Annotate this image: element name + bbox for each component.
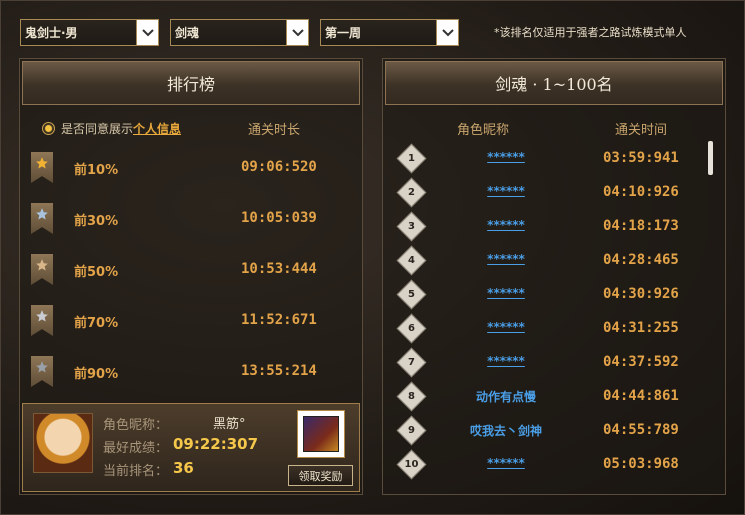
player-nick-link[interactable]: ****** (441, 150, 571, 164)
reward-item-icon[interactable] (297, 410, 345, 458)
star-icon (36, 361, 48, 373)
rank-number: 2 (408, 187, 415, 198)
star-ribbon-icon (31, 356, 53, 387)
star-ribbon-icon (31, 305, 53, 336)
tier-row: 前50% 10:53:444 (31, 254, 351, 288)
player-nick-link[interactable]: 哎我去丶剑神 (441, 422, 571, 439)
tier-row: 前90% 13:55:214 (31, 356, 351, 390)
player-nick-link[interactable]: 动作有点慢 (441, 388, 571, 405)
leaderboard-row: 1 ****** 03:59:941 (396, 143, 701, 174)
player-nick-link[interactable]: ****** (441, 286, 571, 300)
player-nick-link[interactable]: ****** (441, 456, 571, 470)
clear-time: 04:44:861 (603, 388, 679, 404)
col-header-time: 通关时间 (615, 123, 668, 138)
col-header-nick: 角色昵称 (457, 123, 510, 138)
tier-label: 前30% (74, 214, 119, 229)
tier-row: 前10% 09:06:520 (31, 152, 351, 186)
tier-label: 前90% (74, 367, 119, 382)
player-nick-link[interactable]: ****** (441, 218, 571, 232)
leaderboard-row: 7 ****** 04:37:592 (396, 347, 701, 378)
chevron-down-icon[interactable] (136, 20, 158, 45)
player-nick-link[interactable]: ****** (441, 252, 571, 266)
class-select-value: 鬼剑士·男 (25, 26, 78, 40)
tier-row: 前30% 10:05:039 (31, 203, 351, 237)
tier-row: 前70% 11:52:671 (31, 305, 351, 339)
rank-label: 当前排名： (103, 464, 169, 479)
player-nick-link[interactable]: ****** (441, 354, 571, 368)
panel-title: 排行榜 (22, 61, 360, 105)
rank-number: 4 (408, 255, 415, 266)
nick-label: 角色昵称： (103, 418, 169, 433)
star-ribbon-icon (31, 152, 53, 183)
star-icon (36, 208, 48, 220)
rank-number: 9 (408, 425, 415, 436)
radio-button-icon[interactable] (42, 122, 55, 135)
leaderboard-row: 6 ****** 04:31:255 (396, 313, 701, 344)
clear-time: 04:18:173 (603, 218, 679, 234)
leaderboard-row: 9 哎我去丶剑神 04:55:789 (396, 415, 701, 446)
rank-value: 36 (173, 459, 194, 477)
star-icon (36, 157, 48, 169)
best-score-value: 09:22:307 (173, 435, 259, 453)
clear-time: 03:59:941 (603, 150, 679, 166)
clear-time: 04:55:789 (603, 422, 679, 438)
tier-time: 10:05:039 (241, 210, 317, 226)
clear-time: 04:30:926 (603, 286, 679, 302)
week-select-value: 第一周 (325, 26, 362, 40)
player-info-box: 角色昵称： 黑筋° 最好成绩： 09:22:307 当前排名： 36 领取奖励 (22, 403, 360, 492)
chevron-down-icon[interactable] (436, 20, 458, 45)
top100-panel: 剑魂 · 1~100名 角色昵称 通关时间 1 ****** 03:59:941 2 *… (382, 58, 726, 495)
tier-label: 前50% (74, 265, 119, 280)
avatar (33, 413, 93, 473)
leaderboard-row: 5 ****** 04:30:926 (396, 279, 701, 310)
rank-number: 5 (408, 289, 415, 300)
star-ribbon-icon (31, 254, 53, 285)
rank-number: 7 (408, 357, 415, 368)
clear-time: 05:03:968 (603, 456, 679, 472)
personal-info-link[interactable]: 个人信息 (133, 120, 181, 137)
star-ribbon-icon (31, 203, 53, 234)
clear-time: 04:31:255 (603, 320, 679, 336)
best-score-label: 最好成绩： (103, 441, 169, 456)
rank-number: 6 (408, 323, 415, 334)
leaderboard-panel: 排行榜 是否同意展示 个人信息 通关时长 前10% 09:06:520 前30% 10… (19, 58, 363, 495)
panel-title: 剑魂 · 1~100名 (385, 61, 723, 105)
leaderboard-row: 4 ****** 04:28:465 (396, 245, 701, 276)
subclass-select-value: 剑魂 (175, 26, 200, 40)
rank-number: 3 (408, 221, 415, 232)
player-nick-link[interactable]: ****** (441, 320, 571, 334)
tier-time: 09:06:520 (241, 159, 317, 175)
rank-number: 8 (408, 391, 415, 402)
tier-time: 11:52:671 (241, 312, 317, 328)
player-nick-link[interactable]: ****** (441, 184, 571, 198)
chevron-down-icon[interactable] (286, 20, 308, 45)
tier-label: 前70% (74, 316, 119, 331)
scrollbar[interactable] (708, 141, 713, 175)
consent-option[interactable]: 是否同意展示 个人信息 (42, 120, 181, 137)
clear-time: 04:37:592 (603, 354, 679, 370)
leaderboard-row: 10 ****** 05:03:968 (396, 449, 701, 480)
reward-item-image (303, 416, 339, 452)
star-icon (36, 259, 48, 271)
leaderboard-row: 8 动作有点慢 04:44:861 (396, 381, 701, 412)
leaderboard-row: 2 ****** 04:10:926 (396, 177, 701, 208)
claim-reward-button[interactable]: 领取奖励 (288, 465, 353, 486)
leaderboard-row: 3 ****** 04:18:173 (396, 211, 701, 242)
rank-number: 10 (404, 459, 419, 470)
col-header-time: 通关时长 (248, 123, 301, 138)
nick-value: 黑筋° (213, 417, 246, 432)
tier-label: 前10% (74, 163, 119, 178)
star-icon (36, 310, 48, 322)
subclass-select[interactable]: 剑魂 (170, 19, 309, 46)
clear-time: 04:28:465 (603, 252, 679, 268)
rank-number: 1 (408, 153, 415, 164)
tier-time: 13:55:214 (241, 363, 317, 379)
consent-text: 是否同意展示 (61, 122, 134, 136)
class-select[interactable]: 鬼剑士·男 (20, 19, 159, 46)
week-select[interactable]: 第一周 (320, 19, 459, 46)
ranking-notice: *该排名仅适用于强者之路试炼模式单人 (494, 26, 687, 39)
tier-time: 10:53:444 (241, 261, 317, 277)
clear-time: 04:10:926 (603, 184, 679, 200)
